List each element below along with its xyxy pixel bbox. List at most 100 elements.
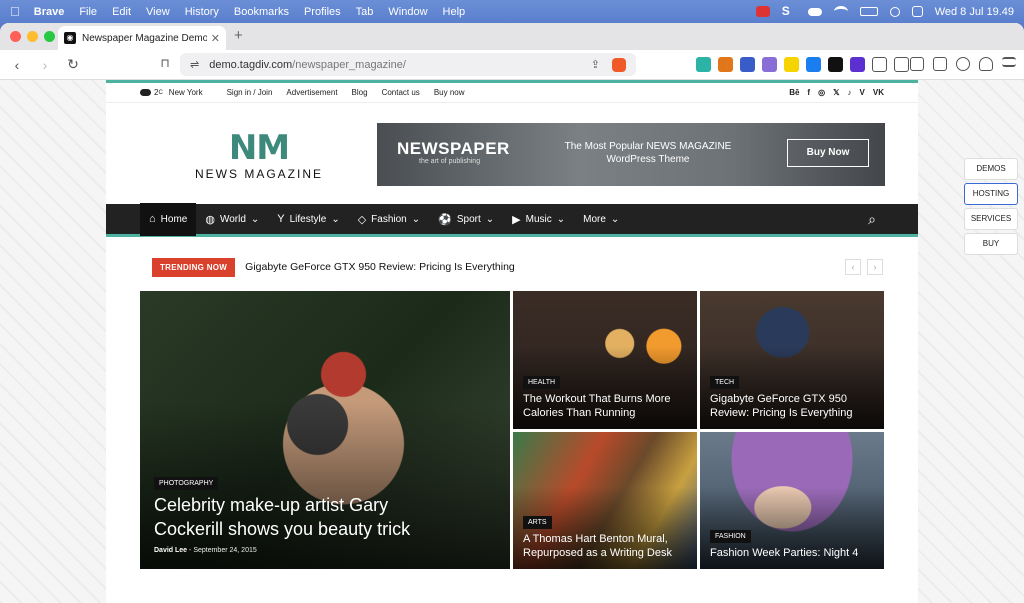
- trending-headline[interactable]: Gigabyte GeForce GTX 950 Review: Pricing…: [245, 261, 515, 273]
- signin-link[interactable]: Sign in / Join: [227, 88, 273, 97]
- forward-icon[interactable]: ›: [38, 57, 52, 73]
- card-title[interactable]: The Workout That Burns More Calories Tha…: [523, 392, 687, 420]
- menu-profiles[interactable]: Profiles: [304, 6, 341, 18]
- card-author[interactable]: David Lee: [154, 547, 187, 554]
- cloud-icon[interactable]: [807, 7, 822, 16]
- behance-icon[interactable]: Bē: [789, 88, 799, 97]
- wallet-icon[interactable]: [933, 57, 947, 71]
- nav-more[interactable]: More ⌄: [574, 203, 628, 236]
- menu-history[interactable]: History: [185, 6, 219, 18]
- featured-card-health[interactable]: HEALTH The Workout That Burns More Calor…: [513, 291, 697, 429]
- extension-10-icon[interactable]: [894, 57, 909, 72]
- control-center-icon[interactable]: [911, 6, 923, 17]
- extension-7-icon[interactable]: [828, 57, 843, 72]
- new-tab-icon[interactable]: +: [234, 27, 243, 44]
- instagram-icon[interactable]: ◎: [818, 88, 825, 97]
- extension-3-icon[interactable]: [740, 57, 755, 72]
- url-host: demo.tagdiv.com: [209, 58, 293, 71]
- featured-card-fashion[interactable]: FASHION Fashion Week Parties: Night 4: [700, 432, 884, 569]
- featured-card-photography[interactable]: PHOTOGRAPHY Celebrity make-up artist Gar…: [140, 291, 510, 569]
- nav-lifestyle[interactable]: Y Lifestyle ⌄: [268, 203, 348, 236]
- close-window-button[interactable]: [10, 31, 21, 42]
- tab-newspaper[interactable]: ◉ Newspaper Magazine Demo | ... ✕: [58, 26, 226, 50]
- extension-4-icon[interactable]: [762, 57, 777, 72]
- category-badge[interactable]: PHOTOGRAPHY: [154, 477, 219, 490]
- menu-file[interactable]: File: [79, 6, 97, 18]
- nav-music[interactable]: ▶ Music ⌄: [503, 203, 574, 236]
- advertisement-link[interactable]: Advertisement: [286, 88, 337, 97]
- card-title[interactable]: A Thomas Hart Benton Mural, Repurposed a…: [523, 532, 687, 560]
- metamask-icon[interactable]: [718, 57, 733, 72]
- sidebar-icon[interactable]: [910, 57, 924, 71]
- tiktok-icon[interactable]: ♪: [848, 88, 852, 97]
- s-app-icon[interactable]: S: [782, 5, 796, 17]
- extension-5-icon[interactable]: [784, 57, 799, 72]
- extension-1-icon[interactable]: [696, 57, 711, 72]
- nav-world[interactable]: ◍ World ⌄: [196, 203, 268, 236]
- minimize-window-button[interactable]: [27, 31, 38, 42]
- card-title[interactable]: Gigabyte GeForce GTX 950 Review: Pricing…: [710, 392, 874, 420]
- site-logo[interactable]: NM NEWS MAGAZINE: [192, 131, 326, 181]
- blog-link[interactable]: Blog: [352, 88, 368, 97]
- menu-window[interactable]: Window: [388, 6, 427, 18]
- vk-icon[interactable]: VK: [873, 88, 884, 97]
- search-icon[interactable]: ⌕: [868, 211, 876, 228]
- menu-edit[interactable]: Edit: [112, 6, 131, 18]
- x-twitter-icon[interactable]: 𝕏: [833, 88, 839, 97]
- demos-button[interactable]: DEMOS: [964, 158, 1018, 180]
- menu-tab[interactable]: Tab: [356, 6, 374, 18]
- search-icon[interactable]: [889, 6, 900, 17]
- extension-8-icon[interactable]: [850, 57, 865, 72]
- menu-view[interactable]: View: [146, 6, 170, 18]
- next-arrow-icon[interactable]: ›: [867, 259, 883, 275]
- zoom-window-button[interactable]: [44, 31, 55, 42]
- banner-line-2: WordPress Theme: [606, 154, 690, 165]
- wifi-icon[interactable]: [833, 6, 848, 17]
- prev-arrow-icon[interactable]: ‹: [845, 259, 861, 275]
- category-badge[interactable]: TECH: [710, 376, 740, 389]
- apple-icon[interactable]: : [10, 4, 20, 19]
- contact-link[interactable]: Contact us: [382, 88, 420, 97]
- buy-button[interactable]: BUY: [964, 233, 1018, 255]
- reload-icon[interactable]: ↻: [66, 56, 80, 73]
- address-bar[interactable]: ⇌ demo.tagdiv.com/newspaper_magazine/ ⇪: [180, 53, 636, 76]
- header-banner-ad[interactable]: NEWSPAPER the art of publishing The Most…: [377, 123, 885, 186]
- menubar-clock[interactable]: Wed 8 Jul 19.49: [935, 6, 1014, 18]
- menu-app-name[interactable]: Brave: [34, 6, 65, 18]
- site-settings-icon[interactable]: ⇌: [190, 58, 199, 71]
- extension-6-icon[interactable]: [806, 57, 821, 72]
- menu-icon[interactable]: [1002, 57, 1016, 67]
- bookmark-icon[interactable]: ⊓: [158, 56, 172, 70]
- battery-icon[interactable]: [859, 7, 878, 16]
- browser-toolbar: ‹ › ↻ ⊓ ⇌ demo.tagdiv.com/newspaper_maga…: [0, 50, 1024, 80]
- close-tab-icon[interactable]: ✕: [211, 32, 220, 45]
- hosting-button[interactable]: HOSTING: [964, 183, 1018, 205]
- status-app-icon[interactable]: [755, 6, 770, 17]
- share-icon[interactable]: ⇪: [591, 58, 600, 71]
- back-icon[interactable]: ‹: [10, 57, 24, 73]
- buy-now-link[interactable]: Buy now: [434, 88, 465, 97]
- vimeo-icon[interactable]: V: [860, 88, 865, 97]
- extensions-puzzle-icon[interactable]: [872, 57, 887, 72]
- nav-fashion[interactable]: ◇ Fashion ⌄: [349, 203, 429, 236]
- category-badge[interactable]: HEALTH: [523, 376, 561, 389]
- tab-bar: ◉ Newspaper Magazine Demo | ... ✕ +: [0, 23, 1024, 50]
- brave-shields-icon[interactable]: [612, 57, 626, 72]
- menu-help[interactable]: Help: [443, 6, 466, 18]
- banner-tagline: the art of publishing: [419, 158, 481, 165]
- featured-card-tech[interactable]: TECH Gigabyte GeForce GTX 950 Review: Pr…: [700, 291, 884, 429]
- services-button[interactable]: SERVICES: [964, 208, 1018, 230]
- leo-ai-icon[interactable]: [956, 57, 970, 71]
- facebook-icon[interactable]: f: [807, 88, 810, 97]
- nav-sport[interactable]: ⚽ Sport ⌄: [429, 203, 503, 236]
- card-title[interactable]: Fashion Week Parties: Night 4: [710, 546, 874, 560]
- weather-unit: C: [158, 89, 163, 96]
- menu-bookmarks[interactable]: Bookmarks: [234, 6, 289, 18]
- category-badge[interactable]: FASHION: [710, 530, 751, 543]
- vpn-icon[interactable]: [979, 57, 993, 71]
- banner-buy-button[interactable]: Buy Now: [787, 139, 869, 167]
- category-badge[interactable]: ARTS: [523, 516, 552, 529]
- nav-home[interactable]: ⌂ Home: [140, 202, 197, 236]
- featured-card-arts[interactable]: ARTS A Thomas Hart Benton Mural, Repurpo…: [513, 432, 697, 569]
- card-title[interactable]: Celebrity make-up artist Gary Cockerill …: [154, 493, 454, 541]
